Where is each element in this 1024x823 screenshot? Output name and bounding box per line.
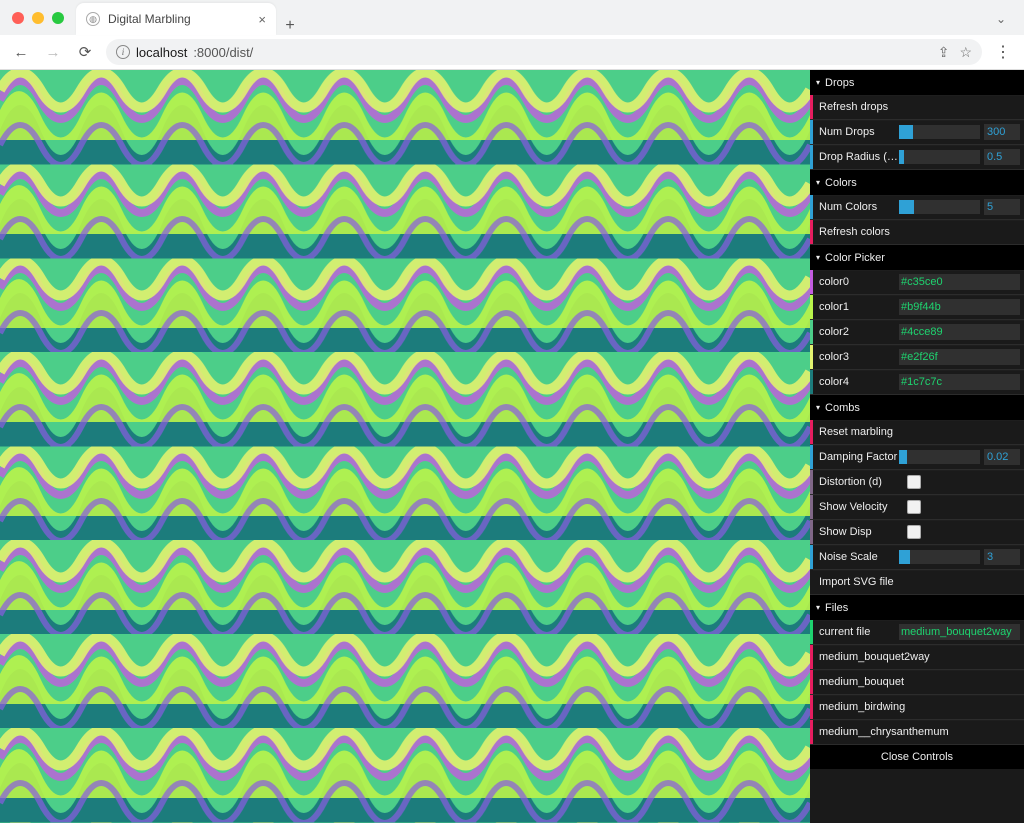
forward-button: → <box>42 41 64 63</box>
window-minimize-icon[interactable] <box>32 12 44 24</box>
caret-down-icon: ▾ <box>816 253 820 262</box>
tab-title: Digital Marbling <box>108 12 191 26</box>
url-rest: :8000/dist/ <box>193 45 253 60</box>
back-button[interactable]: ← <box>10 41 32 63</box>
num-drops-slider[interactable] <box>899 125 980 139</box>
caret-down-icon: ▾ <box>816 403 820 412</box>
noise-scale-row: Noise Scale 3 <box>810 545 1024 570</box>
color3-input[interactable]: #e2f26f <box>899 349 1020 365</box>
folder-colors-label: Colors <box>825 177 857 189</box>
drop-radius-slider[interactable] <box>899 150 980 164</box>
share-icon[interactable]: ⇪ <box>938 44 950 61</box>
damping-row: Damping Factor 0.02 <box>810 445 1024 470</box>
distortion-row: Distortion (d) <box>810 470 1024 495</box>
num-colors-slider[interactable] <box>899 200 980 214</box>
noise-scale-value[interactable]: 3 <box>984 549 1020 565</box>
folder-color-picker[interactable]: ▾ Color Picker <box>810 245 1024 270</box>
page-content: ▾ Drops Refresh drops Num Drops 300 Drop… <box>0 70 1024 823</box>
file-item-3[interactable]: medium__chrysanthemum <box>810 720 1024 745</box>
damping-slider[interactable] <box>899 450 980 464</box>
current-file-value[interactable]: medium_bouquet2way <box>899 624 1020 640</box>
color0-label: color0 <box>813 276 899 288</box>
color0-row: color0 #c35ce0 <box>810 270 1024 295</box>
show-disp-label: Show Disp <box>813 526 899 538</box>
caret-down-icon: ▾ <box>816 178 820 187</box>
window-controls <box>12 12 64 24</box>
import-svg-button[interactable]: Import SVG file <box>810 570 1024 595</box>
window-zoom-icon[interactable] <box>52 12 64 24</box>
file-item-1[interactable]: medium_bouquet <box>810 670 1024 695</box>
toolbar: ← → ⟳ i localhost :8000/dist/ ⇪ ☆ ⋮ <box>0 35 1024 69</box>
show-disp-row: Show Disp <box>810 520 1024 545</box>
color2-row: color2 #4cce89 <box>810 320 1024 345</box>
marbling-pattern <box>0 70 810 823</box>
folder-files[interactable]: ▾ Files <box>810 595 1024 620</box>
globe-icon: ◍ <box>86 12 100 26</box>
show-disp-checkbox[interactable] <box>907 525 921 539</box>
kebab-menu-icon[interactable]: ⋮ <box>992 41 1014 63</box>
reset-marbling-button[interactable]: Reset marbling <box>810 420 1024 445</box>
drop-radius-label: Drop Radius (in) <box>813 151 899 163</box>
file-item-0[interactable]: medium_bouquet2way <box>810 645 1024 670</box>
bookmark-icon[interactable]: ☆ <box>959 44 972 61</box>
damping-value[interactable]: 0.02 <box>984 449 1020 465</box>
tabs-overflow-icon[interactable]: ⌄ <box>996 12 1006 26</box>
folder-colors[interactable]: ▾ Colors <box>810 170 1024 195</box>
color2-input[interactable]: #4cce89 <box>899 324 1020 340</box>
file-item-2[interactable]: medium_birdwing <box>810 695 1024 720</box>
window-close-icon[interactable] <box>12 12 24 24</box>
site-info-icon[interactable]: i <box>116 45 130 59</box>
drop-radius-value[interactable]: 0.5 <box>984 149 1020 165</box>
current-file-label: current file <box>813 626 899 638</box>
folder-combs-label: Combs <box>825 402 860 414</box>
color3-label: color3 <box>813 351 899 363</box>
color4-input[interactable]: #1c7c7c <box>899 374 1020 390</box>
distortion-label: Distortion (d) <box>813 476 899 488</box>
color4-label: color4 <box>813 376 899 388</box>
color1-input[interactable]: #b9f44b <box>899 299 1020 315</box>
color1-label: color1 <box>813 301 899 313</box>
browser-chrome: ◍ Digital Marbling × + ⌄ ← → ⟳ i localho… <box>0 0 1024 70</box>
show-velocity-row: Show Velocity <box>810 495 1024 520</box>
refresh-drops-button[interactable]: Refresh drops <box>810 95 1024 120</box>
caret-down-icon: ▾ <box>816 78 820 87</box>
address-bar[interactable]: i localhost :8000/dist/ ⇪ ☆ <box>106 39 982 65</box>
folder-files-label: Files <box>825 602 848 614</box>
browser-tab[interactable]: ◍ Digital Marbling × <box>76 3 276 35</box>
num-drops-label: Num Drops <box>813 126 899 138</box>
num-drops-value[interactable]: 300 <box>984 124 1020 140</box>
new-tab-button[interactable]: + <box>276 17 304 35</box>
distortion-checkbox[interactable] <box>907 475 921 489</box>
noise-scale-label: Noise Scale <box>813 551 899 563</box>
show-velocity-checkbox[interactable] <box>907 500 921 514</box>
tab-close-icon[interactable]: × <box>258 12 266 27</box>
color4-row: color4 #1c7c7c <box>810 370 1024 395</box>
reload-button[interactable]: ⟳ <box>74 41 96 63</box>
close-controls-button[interactable]: Close Controls <box>810 745 1024 769</box>
num-drops-row: Num Drops 300 <box>810 120 1024 145</box>
folder-color-picker-label: Color Picker <box>825 252 885 264</box>
color1-row: color1 #b9f44b <box>810 295 1024 320</box>
num-colors-value[interactable]: 5 <box>984 199 1020 215</box>
damping-label: Damping Factor <box>813 451 899 463</box>
folder-drops-label: Drops <box>825 77 854 89</box>
tab-bar: ◍ Digital Marbling × + ⌄ <box>0 0 1024 35</box>
color2-label: color2 <box>813 326 899 338</box>
folder-drops[interactable]: ▾ Drops <box>810 70 1024 95</box>
color0-input[interactable]: #c35ce0 <box>899 274 1020 290</box>
show-velocity-label: Show Velocity <box>813 501 899 513</box>
color3-row: color3 #e2f26f <box>810 345 1024 370</box>
drop-radius-row: Drop Radius (in) 0.5 <box>810 145 1024 170</box>
url-host: localhost <box>136 45 187 60</box>
marbling-canvas[interactable] <box>0 70 810 823</box>
num-colors-label: Num Colors <box>813 201 899 213</box>
folder-combs[interactable]: ▾ Combs <box>810 395 1024 420</box>
current-file-row: current file medium_bouquet2way <box>810 620 1024 645</box>
noise-scale-slider[interactable] <box>899 550 980 564</box>
caret-down-icon: ▾ <box>816 603 820 612</box>
controls-panel: ▾ Drops Refresh drops Num Drops 300 Drop… <box>810 70 1024 823</box>
num-colors-row: Num Colors 5 <box>810 195 1024 220</box>
refresh-colors-button[interactable]: Refresh colors <box>810 220 1024 245</box>
